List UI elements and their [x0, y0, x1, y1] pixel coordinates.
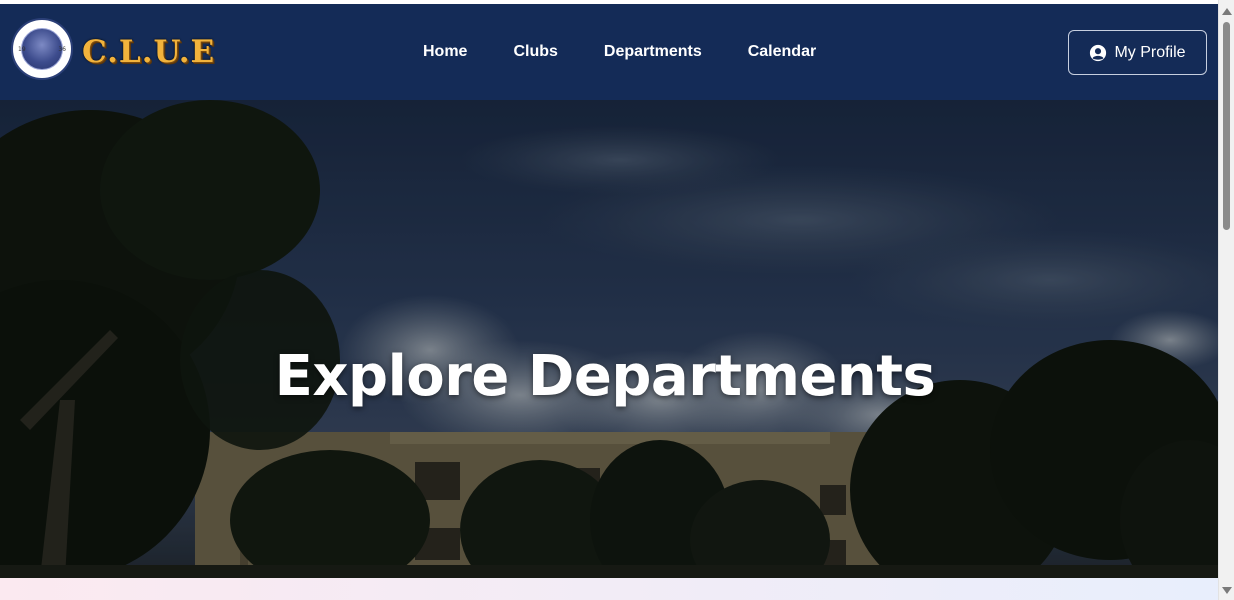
nav-clubs[interactable]: Clubs: [513, 43, 557, 61]
my-profile-button[interactable]: My Profile: [1068, 30, 1207, 75]
nav-home[interactable]: Home: [423, 43, 467, 61]
scrollbar-thumb[interactable]: [1223, 22, 1230, 230]
user-circle-icon: [1090, 44, 1107, 61]
seal-emblem-icon: [21, 28, 63, 70]
scroll-down-arrow-icon[interactable]: [1222, 587, 1232, 594]
main-nav: Home Clubs Departments Calendar: [400, 4, 839, 100]
hero-title: Explore Departments: [274, 343, 936, 409]
seal-year-left: 19: [18, 46, 26, 53]
campus-background-image: [0, 100, 1218, 578]
page: 19 36 C.L.U.E Home Clubs Departments Cal…: [0, 0, 1234, 600]
viewport: 19 36 C.L.U.E Home Clubs Departments Cal…: [0, 0, 1218, 600]
seal-year-right: 36: [58, 46, 66, 53]
navbar: 19 36 C.L.U.E Home Clubs Departments Cal…: [0, 4, 1218, 100]
university-seal-logo[interactable]: 19 36: [11, 18, 73, 80]
hero-banner: Explore Departments: [0, 100, 1218, 578]
nav-calendar[interactable]: Calendar: [748, 43, 816, 61]
brand-name[interactable]: C.L.U.E: [82, 32, 215, 72]
nav-departments[interactable]: Departments: [604, 43, 702, 61]
content-section-top: [0, 578, 1218, 600]
scroll-up-arrow-icon[interactable]: [1222, 8, 1232, 15]
my-profile-label: My Profile: [1114, 43, 1186, 61]
page-scrollbar[interactable]: [1218, 0, 1234, 600]
